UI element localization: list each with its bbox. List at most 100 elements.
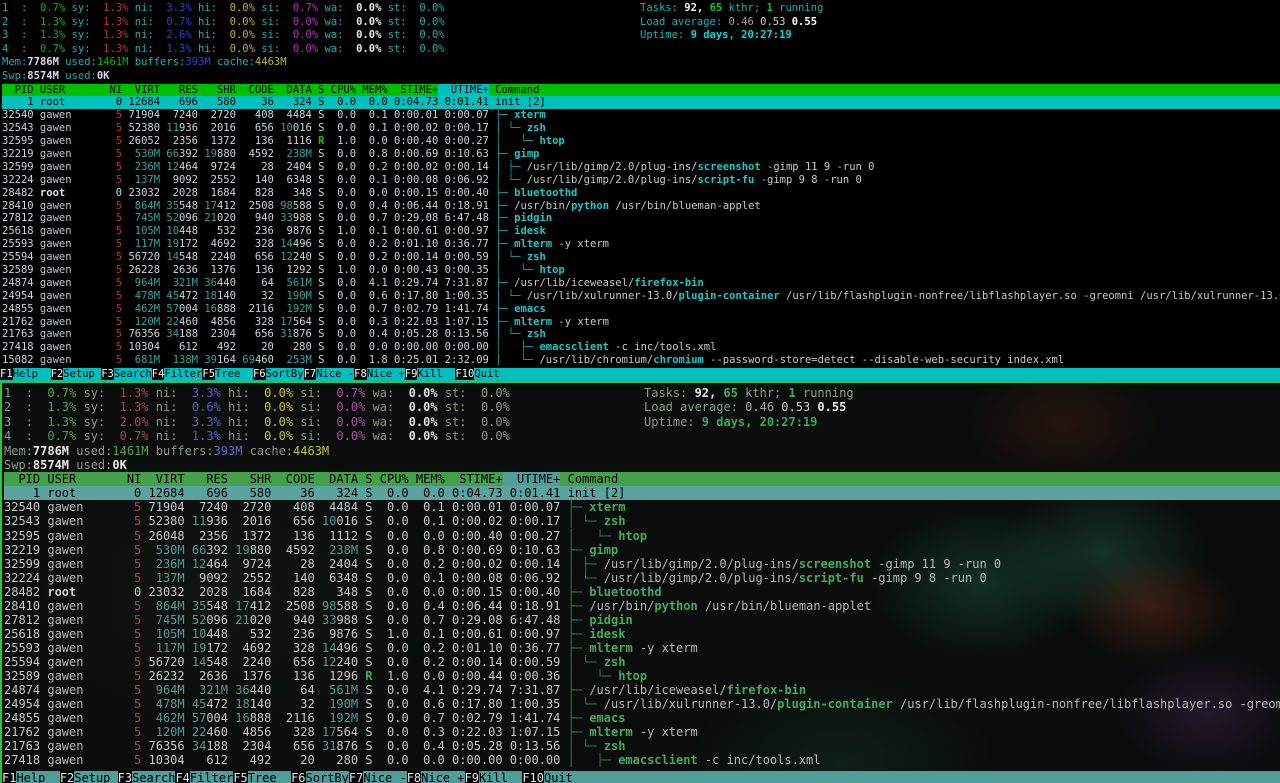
process-row[interactable]: 21762 gawen 5 120M 22460 4856 328 17564 … [2,316,1280,329]
process-row[interactable]: 25594 gawen 5 56720 14548 2240 656 12240… [4,655,1280,669]
process-row[interactable]: 32540 gawen 5 71904 7240 2720 408 4484 S… [4,500,1280,514]
process-row[interactable]: 24855 gawen 5 462M 57004 16888 2116 192M… [2,303,1280,316]
tree-branch: ├─ [568,683,590,697]
process-row[interactable]: 15082 gawen 5 681M 138M 39164 69460 253M… [2,354,1280,367]
process-row[interactable]: 21763 gawen 5 76356 34188 2304 656 31876… [4,739,1280,753]
cell: 0:00.07 [438,109,489,121]
fkey-nice[interactable]: F7Nice - [349,771,407,783]
column-header-ni[interactable]: NI [112,472,141,486]
column-header-data[interactable]: DATA [274,84,312,96]
process-row[interactable]: 32599 gawen 5 236M 12464 9724 28 2404 S … [2,161,1280,174]
column-header-stime[interactable]: STIME+ [445,472,503,486]
process-row[interactable]: 32543 gawen 5 52380 11936 2016 656 10016… [4,514,1280,528]
process-row[interactable]: 32595 gawen 5 26048 2356 1372 136 1112 S… [4,529,1280,543]
process-row[interactable]: 25593 gawen 5 117M 19172 4692 328 14496 … [4,641,1280,655]
process-row[interactable]: 25618 gawen 5 105M 10448 532 236 9876 S … [4,627,1280,641]
process-row[interactable]: 25594 gawen 5 56720 14548 2240 656 12240… [2,251,1280,264]
process-row[interactable]: 32219 gawen 5 530M 66392 19880 4592 238M… [2,148,1280,161]
tree-branch: ├─ [568,599,590,613]
process-row[interactable]: 32595 gawen 5 26052 2356 1372 136 1116 R… [2,135,1280,148]
column-header-mem[interactable]: MEM% [409,472,445,486]
column-header-s[interactable]: S [358,472,372,486]
process-row[interactable]: 32589 gawen 5 26228 2636 1376 136 1292 S… [2,264,1280,277]
column-header-utime[interactable]: UTIME+ [503,472,561,486]
process-row[interactable]: 32224 gawen 5 137M 9092 2552 140 6348 S … [2,174,1280,187]
fkey-sortby[interactable]: F6SortBy [253,368,304,380]
process-row[interactable]: 25593 gawen 5 117M 19172 4692 328 14496 … [2,238,1280,251]
fkey-filter[interactable]: F4Filter [152,368,203,380]
tree-branch: │ └─ [568,669,619,683]
fkey-kill[interactable]: F9Kill [405,368,456,380]
fkey-kill[interactable]: F9Kill [465,771,523,783]
column-header-user[interactable]: USER [34,84,97,96]
process-row[interactable]: 1 root 0 12684 696 580 36 324 S 0.0 0.0 … [4,486,1280,500]
column-header-stime[interactable]: STIME+ [388,84,439,96]
process-row[interactable]: 27418 gawen 5 10304 612 492 20 280 S 0.0… [2,341,1280,354]
fkey-nice[interactable]: F8Nice + [354,368,405,380]
process-row[interactable]: 32540 gawen 5 71904 7240 2720 408 4484 S… [2,109,1280,122]
column-header-res[interactable]: RES [160,84,198,96]
process-row[interactable]: 27812 gawen 5 745M 52096 21020 940 33988… [2,212,1280,225]
cell: 0.0 [356,341,388,353]
column-header-ni[interactable]: NI [97,84,122,96]
column-header-cpu[interactable]: CPU% [324,84,356,96]
process-row[interactable]: 24954 gawen 5 478M 45472 18140 32 190M S… [4,697,1280,711]
column-header-shr[interactable]: SHR [198,84,236,96]
process-row[interactable]: 32599 gawen 5 236M 12464 9724 28 2404 S … [4,557,1280,571]
process-row[interactable]: 24874 gawen 5 964M 321M 36440 64 561M S … [2,277,1280,290]
fkey-search[interactable]: F3Search [101,368,152,380]
process-row[interactable]: 27812 gawen 5 745M 52096 21020 940 33988… [4,613,1280,627]
fkey-setup[interactable]: F2Setup [51,368,102,380]
process-row[interactable]: 21762 gawen 5 120M 22460 4856 328 17564 … [4,725,1280,739]
process-row[interactable]: 32589 gawen 5 26232 2636 1376 136 1296 R… [4,669,1280,683]
fkey-quit[interactable]: F10Quit [522,771,587,783]
process-row[interactable]: 24954 gawen 5 478M 45472 18140 32 190M S… [2,290,1280,303]
column-header-utime[interactable]: UTIME+ [438,84,489,96]
column-header-pid[interactable]: PID [4,472,40,486]
process-row[interactable]: 28410 gawen 5 864M 35548 17412 2508 9858… [2,200,1280,213]
cell: 5 [112,543,141,557]
column-header-user[interactable]: USER [40,472,112,486]
fkey-sortby[interactable]: F6SortBy [291,771,349,783]
column-header-command[interactable]: Command [489,84,540,96]
process-row[interactable]: 28482 root 0 23032 2028 1684 828 348 S 0… [4,585,1280,599]
fkey-nice[interactable]: F8Nice + [407,771,465,783]
process-row[interactable]: 25618 gawen 5 105M 10448 532 236 9876 S … [2,225,1280,238]
column-header-code[interactable]: CODE [271,472,314,486]
cell: 408 [236,109,274,121]
column-header-pid[interactable]: PID [2,84,34,96]
column-header-command[interactable]: Command [560,472,618,486]
fkey-help[interactable]: F1Help [0,368,51,380]
process-row[interactable]: 24855 gawen 5 462M 57004 16888 2116 192M… [4,711,1280,725]
fkey-search[interactable]: F3Search [118,771,176,783]
column-header-mem[interactable]: MEM% [356,84,388,96]
column-header-virt[interactable]: VIRT [122,84,160,96]
process-row[interactable]: 24874 gawen 5 964M 321M 36440 64 561M S … [4,683,1280,697]
fkey-tree[interactable]: F5Tree [233,771,291,783]
process-row[interactable]: 21763 gawen 5 76356 34188 2304 656 31876… [2,328,1280,341]
process-row[interactable]: 28482 root 0 23032 2028 1684 828 348 S 0… [2,187,1280,200]
process-row[interactable]: 27418 gawen 5 10304 612 492 20 280 S 0.0… [4,753,1280,767]
fkey-quit[interactable]: F10Quit [455,368,512,380]
fkey-nice[interactable]: F7Nice - [304,368,355,380]
column-header-cpu[interactable]: CPU% [373,472,409,486]
process-row[interactable]: 1 root 0 12684 696 580 36 324 S 0.0 0.0 … [2,96,1280,109]
cell: 0:04.73 [445,486,503,500]
column-header-res[interactable]: RES [185,472,228,486]
column-header-virt[interactable]: VIRT [141,472,184,486]
fkey-setup[interactable]: F2Setup [60,771,118,783]
column-header-code[interactable]: CODE [236,84,274,96]
process-row[interactable]: 32543 gawen 5 52380 11936 2016 656 10016… [2,122,1280,135]
process-row[interactable]: 32219 gawen 5 530M 66392 19880 4592 238M… [4,543,1280,557]
cell: 19880 [198,148,236,160]
column-header-data[interactable]: DATA [315,472,358,486]
column-header-s[interactable]: S [312,84,325,96]
column-header-shr[interactable]: SHR [228,472,271,486]
fkey-filter[interactable]: F4Filter [175,771,233,783]
fkey-help[interactable]: F1Help [2,771,60,783]
fkey-tree[interactable]: F5Tree [202,368,253,380]
process-row[interactable]: 28410 gawen 5 864M 35548 17412 2508 9858… [4,599,1280,613]
process-row[interactable]: 32224 gawen 5 137M 9092 2552 140 6348 S … [4,571,1280,585]
swp-label: Swp: [4,458,33,472]
command-args: /usr/bin/blueman-applet [609,200,761,212]
